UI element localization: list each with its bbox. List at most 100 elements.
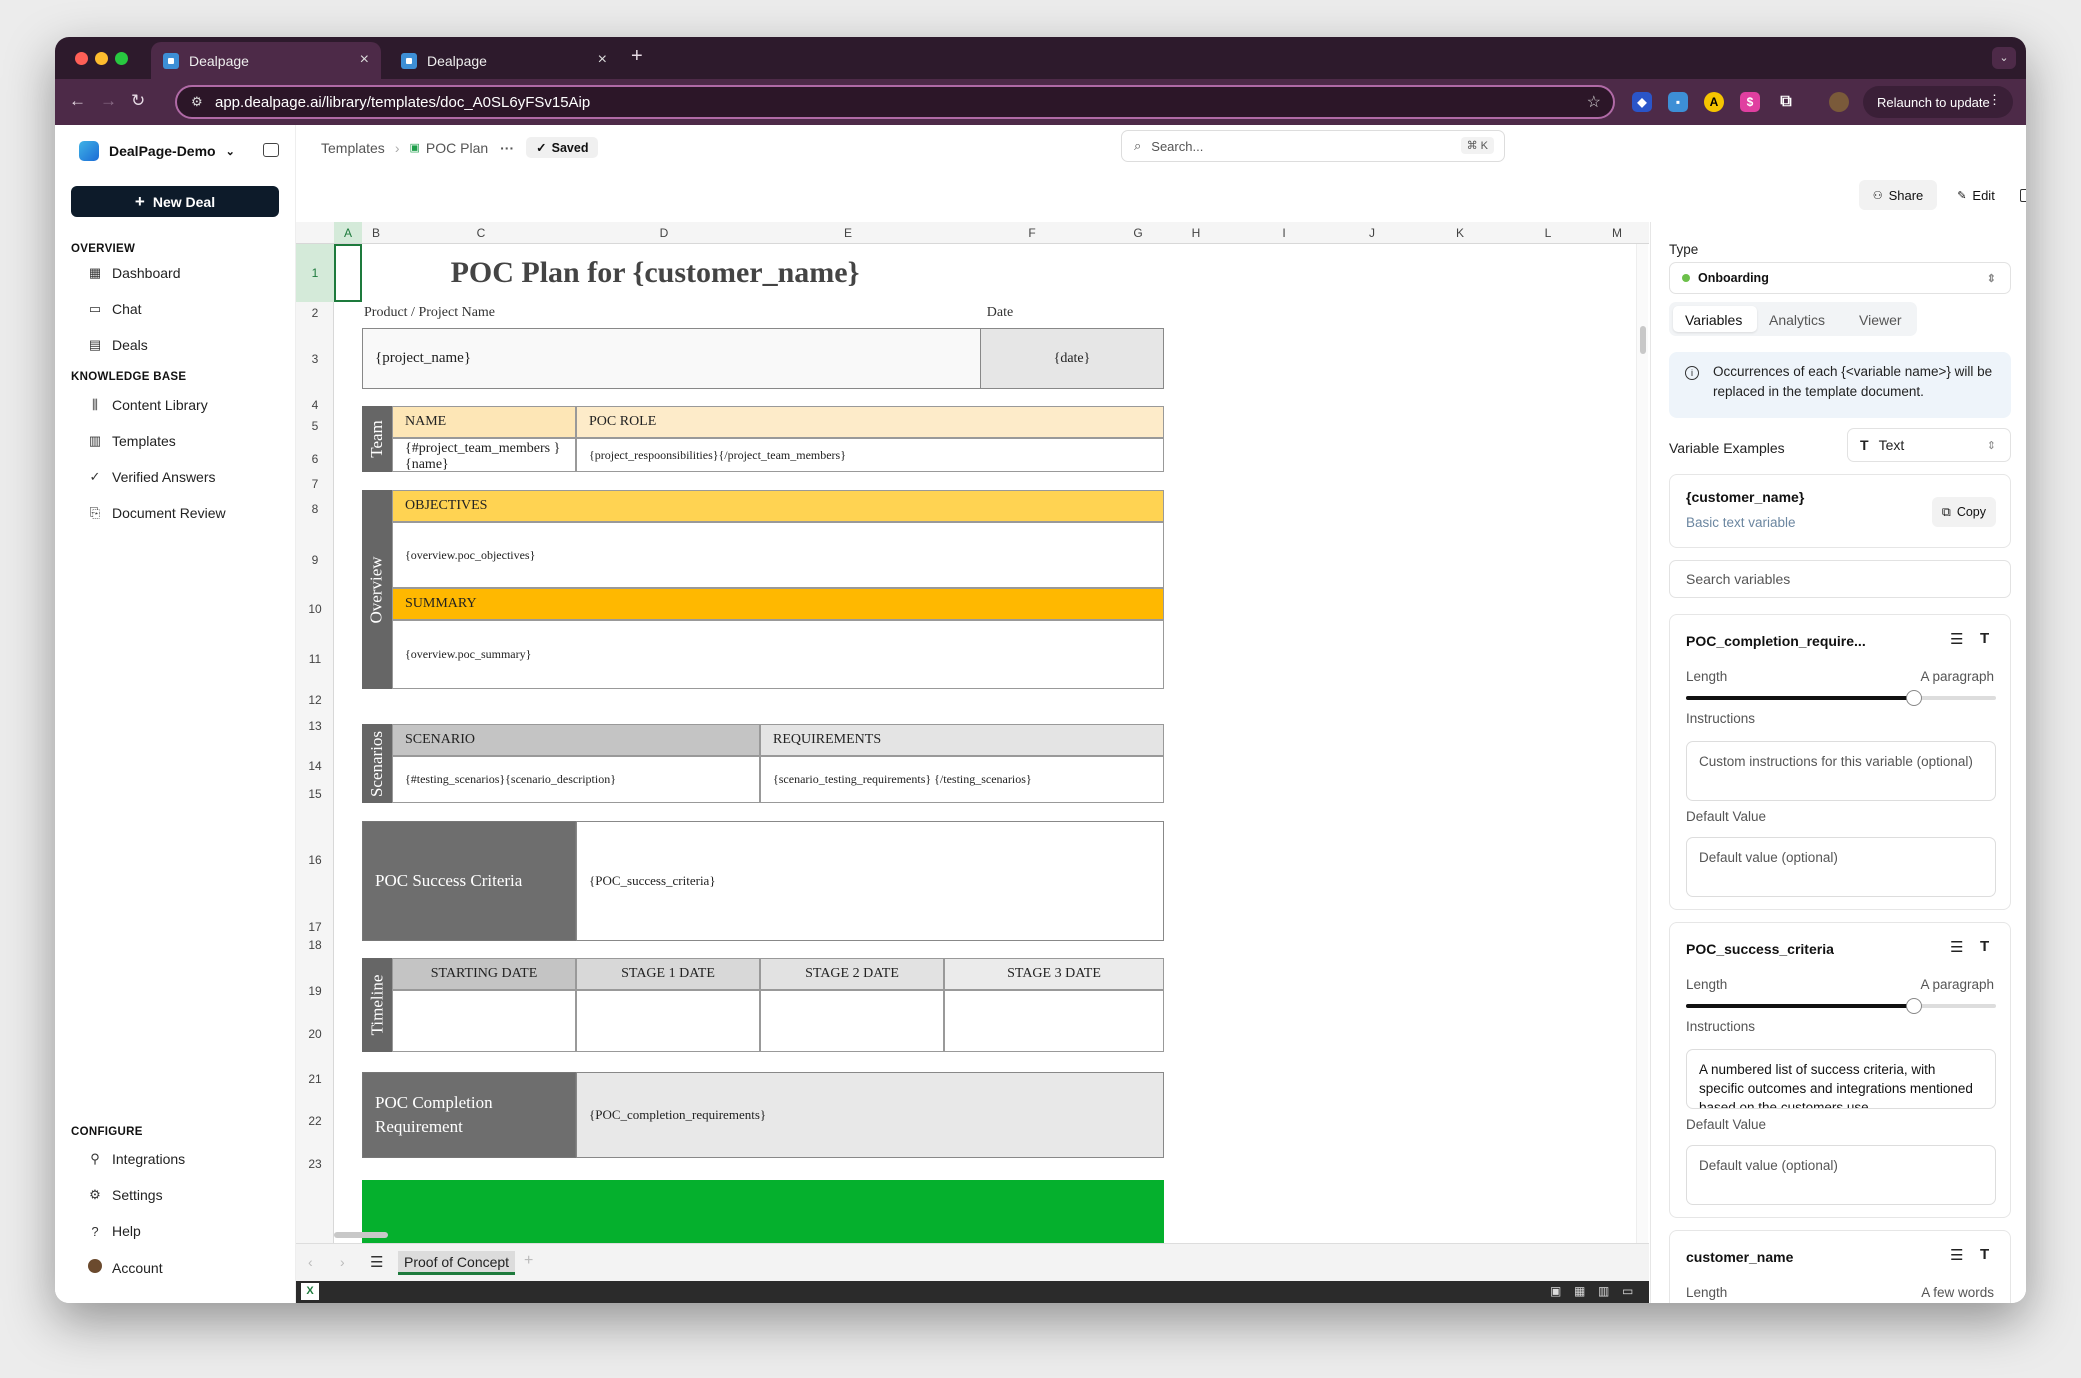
new-tab-icon[interactable]: + bbox=[631, 45, 643, 68]
horizontal-scrollbar[interactable] bbox=[334, 1232, 388, 1238]
add-sheet-icon[interactable]: + bbox=[524, 1252, 533, 1270]
sheet-tab-proof-of-concept[interactable]: Proof of Concept bbox=[398, 1251, 516, 1275]
view-normal-icon[interactable]: ▣ bbox=[1550, 1284, 1561, 1298]
row-header[interactable]: 23 bbox=[296, 1157, 334, 1171]
row-header[interactable]: 11 bbox=[296, 652, 334, 666]
list-format-icon[interactable]: ☰ bbox=[1950, 938, 1963, 956]
column-header[interactable]: I bbox=[1240, 226, 1328, 240]
back-icon[interactable]: ← bbox=[69, 91, 86, 111]
relaunch-button[interactable]: Relaunch to update ⋮ bbox=[1863, 86, 2013, 118]
selected-cell[interactable] bbox=[334, 244, 362, 302]
shield-extension-icon[interactable]: ◆ bbox=[1632, 92, 1652, 112]
column-header[interactable]: D bbox=[572, 226, 756, 240]
row-header[interactable]: 15 bbox=[296, 787, 334, 801]
sheet-list-icon[interactable]: ☰ bbox=[370, 1253, 383, 1271]
date-label[interactable]: Date bbox=[908, 302, 1092, 324]
row-header[interactable]: 17 bbox=[296, 920, 334, 934]
dealpage-extension-icon[interactable]: ▪ bbox=[1668, 92, 1688, 112]
objectives-cell[interactable]: {overview.poc_objectives} bbox=[392, 522, 1164, 588]
maximize-window-button[interactable] bbox=[115, 52, 128, 65]
sidebar-item-content-library[interactable]: ⫼ Content Library bbox=[87, 397, 208, 413]
view-layout-icon[interactable]: ▦ bbox=[1574, 1284, 1585, 1298]
sidebar-item-templates[interactable]: ▥ Templates bbox=[87, 433, 176, 449]
column-header[interactable]: F bbox=[940, 226, 1124, 240]
row-header[interactable]: 21 bbox=[296, 1072, 334, 1086]
instructions-textarea[interactable]: Custom instructions for this variable (o… bbox=[1686, 741, 1996, 801]
type-select[interactable]: Onboarding ⇕ bbox=[1669, 262, 2011, 294]
close-tab-icon[interactable]: × bbox=[360, 51, 369, 69]
date-cell[interactable]: {date} bbox=[980, 328, 1164, 389]
row-header[interactable]: 5 bbox=[296, 419, 334, 433]
row-header[interactable]: 3 bbox=[296, 352, 334, 366]
row-header[interactable]: 19 bbox=[296, 984, 334, 998]
row-header[interactable]: 2 bbox=[296, 306, 334, 320]
sidebar-item-verified-answers[interactable]: ✓ Verified Answers bbox=[87, 469, 216, 485]
length-slider[interactable] bbox=[1686, 690, 1996, 706]
summary-cell[interactable]: {overview.poc_summary} bbox=[392, 620, 1164, 689]
tab-search-icon[interactable]: ⌄ bbox=[1992, 47, 2016, 69]
next-sheet-icon[interactable]: › bbox=[340, 1254, 345, 1270]
column-header[interactable]: M bbox=[1592, 226, 1642, 240]
row-header[interactable]: 20 bbox=[296, 1027, 334, 1041]
breadcrumb-doc-title[interactable]: POC Plan bbox=[426, 140, 488, 156]
site-info-icon[interactable]: ⚙ bbox=[191, 94, 203, 110]
examples-type-select[interactable]: T Text ⇕ bbox=[1847, 428, 2011, 462]
instructions-textarea[interactable]: A numbered list of success criteria, wit… bbox=[1686, 1049, 1996, 1109]
row-header[interactable]: 9 bbox=[296, 553, 334, 567]
bookmark-star-icon[interactable]: ☆ bbox=[1587, 92, 1601, 112]
tab-variables[interactable]: Variables bbox=[1685, 312, 1742, 328]
edit-button[interactable]: ✎ Edit bbox=[1948, 180, 2004, 210]
success-criteria-cell[interactable]: {POC_success_criteria} bbox=[576, 821, 1164, 941]
more-options-icon[interactable]: ··· bbox=[500, 140, 514, 156]
product-label[interactable]: Product / Project Name bbox=[364, 302, 564, 324]
row-header[interactable]: 6 bbox=[296, 452, 334, 466]
timeline-header-cell[interactable]: STARTING DATE bbox=[392, 958, 576, 990]
tab-viewer[interactable]: Viewer bbox=[1859, 312, 1902, 328]
sidebar-item-chat[interactable]: ▭ Chat bbox=[87, 301, 142, 317]
slider-knob[interactable] bbox=[1906, 998, 1922, 1014]
list-format-icon[interactable]: ☰ bbox=[1950, 1246, 1963, 1264]
overview-section-label[interactable]: Overview bbox=[362, 490, 392, 689]
puzzle-extension-icon[interactable]: ⧉ bbox=[1776, 92, 1796, 112]
list-format-icon[interactable]: ☰ bbox=[1950, 630, 1963, 648]
timeline-cell[interactable] bbox=[392, 990, 576, 1052]
column-header[interactable]: G bbox=[1124, 226, 1152, 240]
completion-cell[interactable]: {POC_completion_requirements} bbox=[576, 1072, 1164, 1158]
prev-sheet-icon[interactable]: ‹ bbox=[308, 1254, 313, 1270]
sidebar-item-settings[interactable]: ⚙ Settings bbox=[87, 1187, 162, 1203]
tab-analytics[interactable]: Analytics bbox=[1769, 312, 1825, 328]
close-tab-icon[interactable]: × bbox=[598, 51, 607, 69]
default-value-textarea[interactable]: Default value (optional) bbox=[1686, 837, 1996, 897]
length-slider[interactable] bbox=[1686, 998, 1996, 1014]
column-header[interactable]: J bbox=[1328, 226, 1416, 240]
row-header[interactable]: 7 bbox=[296, 477, 334, 491]
share-button[interactable]: ⚇ Share bbox=[1859, 180, 1937, 210]
dollar-extension-icon[interactable]: $ bbox=[1740, 92, 1760, 112]
row-header[interactable]: 1 bbox=[296, 244, 334, 302]
breadcrumb-templates-link[interactable]: Templates bbox=[321, 140, 385, 156]
team-role-cell[interactable]: {project_respoonsibilities}{/project_tea… bbox=[576, 438, 1164, 472]
sidebar-item-help[interactable]: ? Help bbox=[87, 1223, 140, 1239]
timeline-header-cell[interactable]: STAGE 3 DATE bbox=[944, 958, 1164, 990]
success-criteria-label-cell[interactable]: POC Success Criteria bbox=[362, 821, 576, 941]
completion-label-cell[interactable]: POC Completion Requirement bbox=[362, 1072, 576, 1158]
row-header[interactable]: 13 bbox=[296, 719, 334, 733]
sidebar-item-dashboard[interactable]: ▦ Dashboard bbox=[87, 265, 181, 281]
timeline-cell[interactable] bbox=[760, 990, 944, 1052]
timeline-header-cell[interactable]: STAGE 1 DATE bbox=[576, 958, 760, 990]
vertical-scrollbar[interactable] bbox=[1636, 244, 1648, 1244]
new-deal-button[interactable]: + New Deal bbox=[71, 186, 279, 217]
objectives-header-cell[interactable]: OBJECTIVES bbox=[392, 490, 1164, 522]
green-banner-cell[interactable] bbox=[362, 1180, 1164, 1244]
row-header[interactable]: 14 bbox=[296, 759, 334, 773]
scenarios-section-label[interactable]: Scenarios bbox=[362, 724, 392, 803]
browser-tab[interactable]: Dealpage × bbox=[389, 42, 619, 79]
column-header[interactable]: A bbox=[334, 222, 362, 243]
column-header[interactable]: B bbox=[362, 226, 390, 240]
timeline-cell[interactable] bbox=[944, 990, 1164, 1052]
copy-button[interactable]: ⧉ Copy bbox=[1931, 497, 1996, 527]
sidebar-item-deals[interactable]: ▤ Deals bbox=[87, 337, 148, 353]
row-header[interactable]: 16 bbox=[296, 853, 334, 867]
slider-knob[interactable] bbox=[1906, 690, 1922, 706]
scenario-header-cell[interactable]: SCENARIO bbox=[392, 724, 760, 756]
